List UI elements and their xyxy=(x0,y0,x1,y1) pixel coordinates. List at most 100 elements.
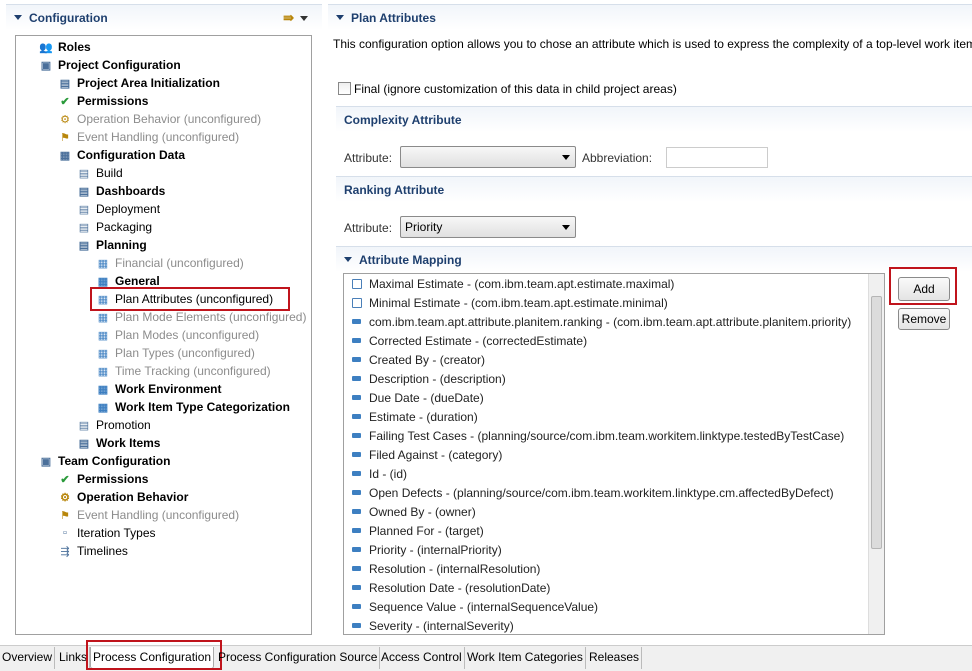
mapping-list-item[interactable]: Planned For - (target) xyxy=(352,521,484,540)
mapping-list-item[interactable]: com.ibm.team.apt.attribute.planitem.rank… xyxy=(352,312,851,331)
tree-item[interactable]: ▦ Time Tracking (unconfigured) xyxy=(95,362,271,380)
tree-item-label: Financial (unconfigured) xyxy=(115,256,244,270)
attribute-icon xyxy=(352,471,361,476)
tree-item-label: Roles xyxy=(58,40,91,54)
tree-item-label: Permissions xyxy=(77,472,149,486)
collapse-icon[interactable] xyxy=(344,257,352,262)
tree-item[interactable]: ▤ Packaging xyxy=(76,218,152,236)
configuration-panel: Configuration ⇛ 👥 Roles ▣ Project Configura… xyxy=(0,0,322,640)
tree-item[interactable]: ▦ Plan Modes (unconfigured) xyxy=(95,326,259,344)
tree-item[interactable]: ▫ Iteration Types xyxy=(57,524,156,542)
mapping-item-label: Filed Against - (category) xyxy=(369,447,503,462)
mapping-list-item[interactable]: Resolution - (internalResolution) xyxy=(352,559,540,578)
tab-releases[interactable]: Releases xyxy=(587,647,643,669)
mapping-item-label: Open Defects - (planning/source/com.ibm.… xyxy=(369,485,834,500)
attribute-icon xyxy=(352,509,361,514)
tree-item[interactable]: ⚑ Event Handling (unconfigured) xyxy=(57,128,239,146)
mapping-list-item[interactable]: Filed Against - (category) xyxy=(352,445,502,464)
link-editor-icon[interactable]: ⇛ xyxy=(283,10,294,26)
final-checkbox[interactable] xyxy=(338,82,351,95)
tab-work-item-categories[interactable]: Work Item Categories xyxy=(465,647,586,669)
attribute-icon xyxy=(352,566,361,571)
config-data-icon: ▦ xyxy=(59,149,71,162)
tree-item[interactable]: ▦ Work Item Type Categorization xyxy=(95,398,290,416)
mapping-list-item[interactable]: Estimate - (duration) xyxy=(352,407,478,426)
tree-item[interactable]: ⚙ Operation Behavior xyxy=(57,488,188,506)
tree-item[interactable]: ▤ Dashboards xyxy=(76,182,166,200)
tree-item[interactable]: ✔ Permissions xyxy=(57,470,148,488)
complexity-attribute-select[interactable] xyxy=(400,146,576,168)
data-item-icon: ▤ xyxy=(78,419,90,432)
tree-item[interactable]: ▦ Configuration Data xyxy=(57,146,185,164)
mapping-list-item[interactable]: Sequence Value - (internalSequenceValue) xyxy=(352,597,598,616)
mapping-item-label: Priority - (internalPriority) xyxy=(369,542,502,557)
tree-item[interactable]: ▦ Financial (unconfigured) xyxy=(95,254,244,272)
ranking-attribute-select[interactable]: Priority xyxy=(400,216,576,238)
tree-item[interactable]: ▤ Project Area Initialization xyxy=(57,74,220,92)
collapse-icon[interactable] xyxy=(336,15,344,20)
tree-item[interactable]: ▤ Deployment xyxy=(76,200,160,218)
tree-item[interactable]: ⚙ Operation Behavior (unconfigured) xyxy=(57,110,261,128)
configuration-header[interactable]: Configuration ⇛ xyxy=(6,4,322,30)
tree-item-label: Configuration Data xyxy=(77,148,185,162)
mapping-list-item[interactable]: Resolution Date - (resolutionDate) xyxy=(352,578,550,597)
attribute-icon xyxy=(352,623,361,628)
mapping-item-label: Maximal Estimate - (com.ibm.team.apt.est… xyxy=(369,276,675,291)
gears-icon: ⚙ xyxy=(60,113,70,126)
tree-item-label: Plan Mode Elements (unconfigured) xyxy=(115,310,307,324)
tree-item[interactable]: ⚑ Event Handling (unconfigured) xyxy=(57,506,239,524)
mapping-list-item[interactable]: Severity - (internalSeverity) xyxy=(352,616,514,634)
collapse-icon[interactable] xyxy=(14,15,22,20)
attribute-mapping-header[interactable]: Attribute Mapping xyxy=(336,246,972,272)
tab-overview[interactable]: Overview xyxy=(0,647,56,669)
tree-item-label: Iteration Types xyxy=(77,526,156,540)
tree-item[interactable]: ▤ Build xyxy=(76,164,123,182)
tree-item[interactable]: 👥 Roles xyxy=(38,38,91,56)
mapping-list-item[interactable]: Due Date - (dueDate) xyxy=(352,388,484,407)
tree-item-label: Packaging xyxy=(96,220,153,234)
tree-item[interactable]: ▣ Team Configuration xyxy=(38,452,171,470)
configuration-tree[interactable]: 👥 Roles ▣ Project Configuration ▤ Project Are… xyxy=(15,35,312,635)
add-button[interactable]: Add xyxy=(898,277,950,301)
tab-process-configuration-source[interactable]: Process Configuration Source xyxy=(216,647,381,669)
mapping-item-label: Owned By - (owner) xyxy=(369,504,476,519)
mapping-item-label: Minimal Estimate - (com.ibm.team.apt.est… xyxy=(369,295,668,310)
mapping-item-label: Planned For - (target) xyxy=(369,523,484,538)
mapping-list-item[interactable]: Failing Test Cases - (planning/source/co… xyxy=(352,426,844,445)
mapping-list-item[interactable]: Priority - (internalPriority) xyxy=(352,540,502,559)
view-menu-icon[interactable] xyxy=(300,16,308,21)
attribute-icon xyxy=(352,395,361,400)
mapping-item-label: Estimate - (duration) xyxy=(369,409,478,424)
tree-item[interactable]: ▦ Work Environment xyxy=(95,380,222,398)
complexity-attribute-header: Complexity Attribute xyxy=(336,106,972,132)
mapping-list-item[interactable]: Corrected Estimate - (correctedEstimate) xyxy=(352,331,587,350)
mapping-list-item[interactable]: Created By - (creator) xyxy=(352,350,485,369)
mapping-list-item[interactable]: Id - (id) xyxy=(352,464,407,483)
tab-access-control[interactable]: Access Control xyxy=(379,647,465,669)
tree-item[interactable]: ▤ Promotion xyxy=(76,416,151,434)
list-scrollbar[interactable] xyxy=(868,274,884,634)
mapping-list-item[interactable]: Owned By - (owner) xyxy=(352,502,476,521)
mapping-list-item[interactable]: Open Defects - (planning/source/com.ibm.… xyxy=(352,483,834,502)
abbreviation-input[interactable] xyxy=(666,147,768,168)
tree-item[interactable]: ▦ Plan Types (unconfigured) xyxy=(95,344,255,362)
tree-item-label: General xyxy=(115,274,160,288)
remove-button[interactable]: Remove xyxy=(898,308,950,330)
iteration-icon: ▫ xyxy=(63,527,67,539)
attribute-mapping-list[interactable]: Maximal Estimate - (com.ibm.team.apt.est… xyxy=(343,273,885,635)
mapping-item-label: Failing Test Cases - (planning/source/co… xyxy=(369,428,845,443)
scrollbar-thumb[interactable] xyxy=(871,296,882,549)
mapping-list-item[interactable]: Description - (description) xyxy=(352,369,506,388)
event-icon: ⚑ xyxy=(60,131,70,144)
tree-item[interactable]: ▦ Plan Mode Elements (unconfigured) xyxy=(95,308,307,326)
mapping-list-item[interactable]: Minimal Estimate - (com.ibm.team.apt.est… xyxy=(352,293,668,312)
tree-item[interactable]: ▣ Project Configuration xyxy=(38,56,181,74)
mapping-list-item[interactable]: Maximal Estimate - (com.ibm.team.apt.est… xyxy=(352,274,674,293)
mapping-item-label: com.ibm.team.apt.attribute.planitem.rank… xyxy=(369,314,852,329)
tree-item[interactable]: ▤ Planning xyxy=(76,236,147,254)
mapping-item-label: Id - (id) xyxy=(369,466,408,481)
tree-item[interactable]: ⇶ Timelines xyxy=(57,542,128,560)
tree-item[interactable]: ✔ Permissions xyxy=(57,92,148,110)
plan-attributes-header[interactable]: Plan Attributes xyxy=(328,4,972,30)
tree-item[interactable]: ▤ Work Items xyxy=(76,434,161,452)
